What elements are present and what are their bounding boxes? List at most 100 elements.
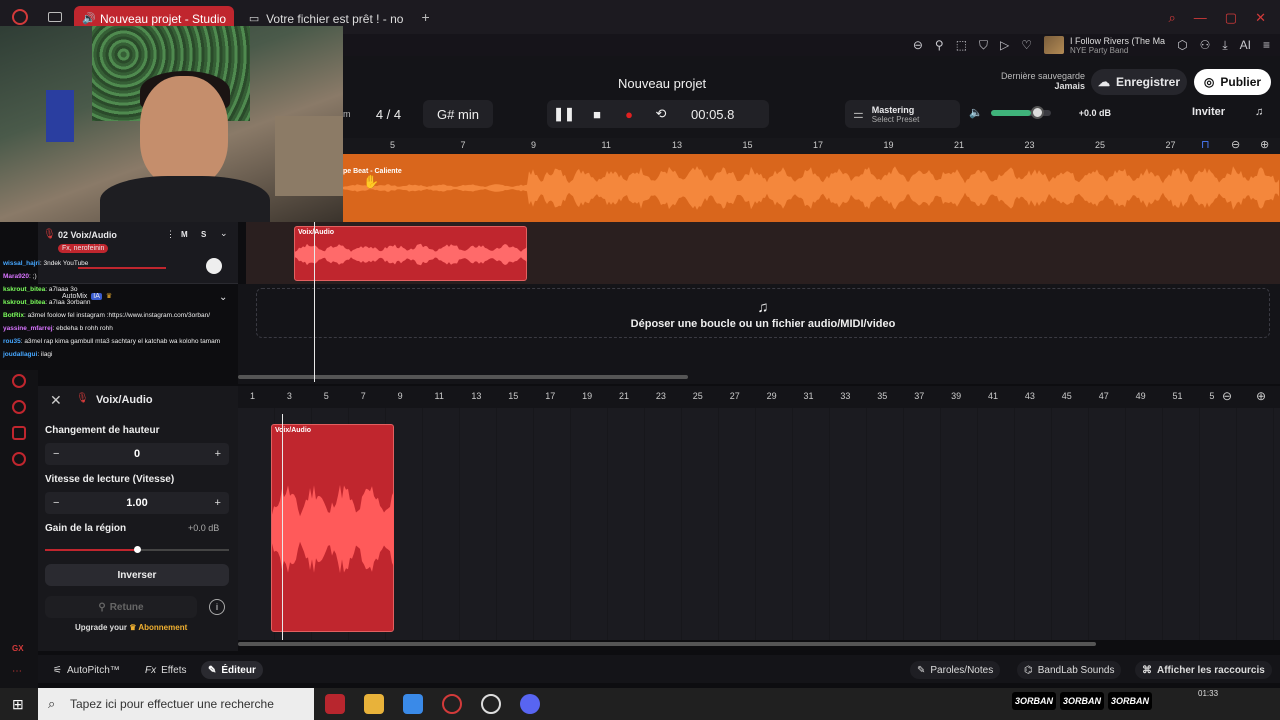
voicemeeter-icon[interactable]: [325, 694, 345, 714]
shortcuts-label: Afficher les raccourcis: [1157, 664, 1265, 676]
opera-icon[interactable]: [442, 694, 462, 714]
tab-overview-icon[interactable]: [48, 12, 62, 22]
timeline-ruler[interactable]: ⊓ ⊖ ⊕ 5 7 9 11 13 15 17 19 21 23 25 27: [343, 138, 1280, 154]
pitch-stepper[interactable]: − 0 +: [45, 443, 229, 465]
effects-tab[interactable]: Fx Effets: [138, 661, 194, 679]
now-playing-card[interactable]: I Follow Rivers (The Ma NYE Party Band: [1044, 36, 1165, 55]
reverse-button[interactable]: Inverser: [45, 564, 229, 586]
browser-logo-icon[interactable]: [12, 9, 28, 25]
pitch-decrement-icon[interactable]: −: [53, 448, 59, 460]
editor-ruler-tick-label: 49: [1135, 391, 1146, 401]
editor-scrollbar[interactable]: [238, 642, 1096, 646]
volume-icon[interactable]: 🔈: [969, 106, 983, 119]
maximize-icon[interactable]: ▢: [1225, 10, 1237, 26]
lyrics-tab[interactable]: ✎ Paroles/Notes: [910, 661, 1001, 679]
record-icon[interactable]: ●: [613, 107, 645, 122]
speed-stepper[interactable]: − 1.00 +: [45, 492, 229, 514]
discord-icon[interactable]: [520, 694, 540, 714]
cube-rail-icon[interactable]: [12, 426, 26, 440]
more-icon[interactable]: ⋯: [12, 666, 22, 677]
taskbar-search[interactable]: ⌕ Tapez ici pour effectuer une recherche: [38, 688, 314, 720]
windows-start-icon[interactable]: ⊞: [12, 696, 24, 713]
speed-decrement-icon[interactable]: −: [53, 497, 59, 509]
gx-icon[interactable]: GX: [12, 644, 24, 653]
zoom-icon[interactable]: ⊖: [913, 38, 923, 52]
arrangement-scrollbar[interactable]: [238, 375, 688, 379]
pause-icon[interactable]: ❚❚: [547, 106, 581, 122]
editor-ruler[interactable]: ⊖ ⊕ 1 3 5 7 9 11 13 15 17 19 21 23 25 27 29 31 33 35 37 39 4…: [238, 386, 1280, 408]
record-rail-icon[interactable]: [12, 374, 26, 388]
arrangement-playhead[interactable]: [314, 222, 315, 382]
folder-icon[interactable]: [364, 694, 384, 714]
key-selector[interactable]: G# min: [423, 100, 493, 128]
loop-icon[interactable]: ⟲: [645, 106, 677, 122]
stop-icon[interactable]: ■: [581, 107, 613, 122]
magnet-icon[interactable]: ⊓: [1201, 138, 1210, 151]
gain-slider[interactable]: [45, 546, 229, 553]
editor-ruler-tick-label: 11: [434, 391, 444, 401]
zoom-in-icon[interactable]: ⊕: [1260, 138, 1269, 151]
ai-button[interactable]: AI: [1240, 38, 1251, 52]
editor-ruler-tick-label: 17: [545, 391, 556, 401]
chat-text: : a3mel foolow fel instagram :https://ww…: [23, 312, 211, 319]
zoom-out-icon[interactable]: ⊖: [1231, 138, 1240, 151]
ruler-tick-label: 25: [1095, 140, 1106, 150]
effects-label: Effets: [161, 664, 187, 676]
pin-icon[interactable]: ⚲: [935, 38, 944, 52]
screenshot-icon[interactable]: ⬚: [956, 38, 967, 52]
gear-rail-icon[interactable]: [12, 452, 26, 466]
retune-button[interactable]: ⚲ Retune: [45, 596, 197, 618]
play-icon[interactable]: ▷: [1000, 38, 1009, 52]
voice-track-lane[interactable]: Voix/Audio: [246, 222, 1280, 284]
drop-zone[interactable]: ♫ Déposer une boucle ou un fichier audio…: [256, 288, 1270, 338]
bell-icon[interactable]: ♫: [1255, 106, 1263, 118]
search-icon[interactable]: ⌕: [1169, 10, 1176, 26]
menu-icon[interactable]: ≡: [1263, 38, 1270, 52]
mixer-icon: ⚌: [853, 107, 864, 121]
clock-rail-icon[interactable]: [12, 400, 26, 414]
ruler-tick-label: 5: [390, 140, 396, 150]
speed-value: 1.00: [126, 497, 148, 509]
project-title[interactable]: Nouveau projet: [618, 76, 706, 91]
obs-icon[interactable]: [481, 694, 501, 714]
heart-icon[interactable]: ♡: [1021, 38, 1032, 52]
editor-tab[interactable]: ✎ Éditeur: [201, 661, 263, 679]
time-signature[interactable]: 4 / 4: [361, 100, 416, 128]
editor-playhead[interactable]: [282, 414, 283, 640]
profile-icon[interactable]: ⚇: [1200, 38, 1211, 52]
beat-track-region[interactable]: pe Beat - Caliente ✋: [343, 154, 1280, 222]
ruler-tick-label: 23: [1024, 140, 1035, 150]
ruler-tick-label: 17: [813, 140, 824, 150]
extensions-icon[interactable]: ⬡: [1177, 38, 1187, 52]
download-icon[interactable]: ⤓: [1222, 38, 1227, 53]
new-tab-button[interactable]: +: [421, 9, 429, 25]
chat-text: : ;): [29, 273, 37, 280]
store-icon[interactable]: [403, 694, 423, 714]
taskbar-clock: 01:33: [1198, 689, 1219, 698]
autopitch-tab[interactable]: ⚟ AutoPitch™: [46, 661, 127, 679]
pitch-increment-icon[interactable]: +: [215, 448, 221, 460]
automix-chevron-icon[interactable]: ⌄: [219, 292, 227, 303]
voice-region[interactable]: Voix/Audio: [294, 226, 527, 281]
speed-increment-icon[interactable]: +: [215, 497, 221, 509]
chat-message: kskrout_bitea: a7laaa 3o: [3, 283, 255, 296]
editor-zoom-in-icon[interactable]: ⊕: [1256, 389, 1266, 403]
publish-button[interactable]: ◎ Publier: [1194, 69, 1271, 95]
close-editor-icon[interactable]: ✕: [50, 392, 62, 409]
volume-slider[interactable]: [990, 105, 1051, 119]
shortcuts-button[interactable]: ⌘ Afficher les raccourcis: [1135, 661, 1272, 679]
sounds-tab[interactable]: ⌬ BandLab Sounds: [1017, 661, 1122, 679]
invite-button[interactable]: Inviter: [1192, 106, 1225, 118]
upgrade-prompt[interactable]: Upgrade your ♛ Abonnement: [75, 623, 187, 632]
save-button[interactable]: ☁ Enregistrer: [1091, 69, 1187, 95]
editor-voice-region[interactable]: Voix/Audio: [271, 424, 394, 632]
shield-icon[interactable]: ⛉: [979, 38, 988, 53]
minimize-icon[interactable]: —: [1194, 10, 1207, 26]
info-icon[interactable]: i: [209, 599, 225, 615]
mastering-selector[interactable]: ⚌ Mastering Select Preset: [845, 100, 960, 128]
close-icon[interactable]: ✕: [1255, 10, 1266, 26]
subscription-link[interactable]: Abonnement: [138, 623, 187, 632]
automix-row[interactable]: AutoMix IA ♛: [62, 292, 112, 300]
editor-zoom-out-icon[interactable]: ⊖: [1222, 389, 1232, 403]
bpm-field[interactable]: m: [343, 100, 355, 128]
